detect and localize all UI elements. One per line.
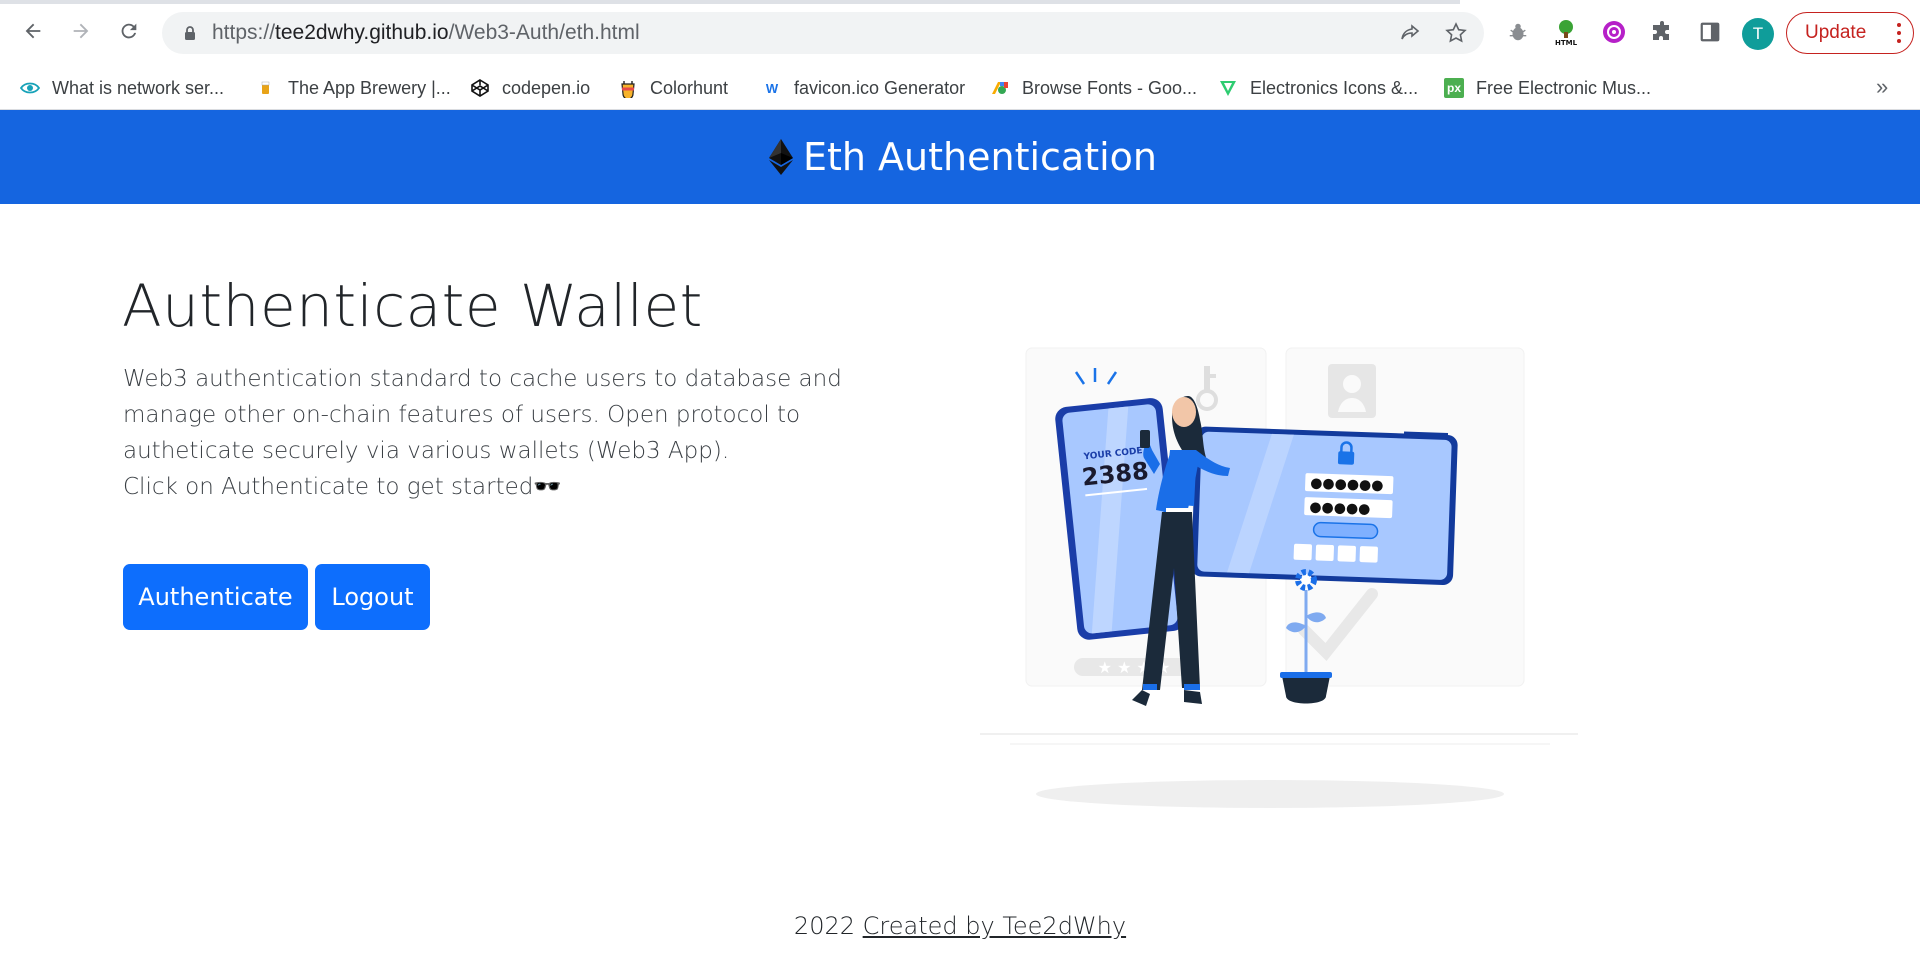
hero-line: Click on Authenticate to get started🕶️ [123,474,562,500]
bookmark-item[interactable]: px Free Electronic Mus... [1444,76,1651,100]
star-bookmark-icon[interactable] [1444,21,1468,45]
html-tree-extension-icon[interactable]: HTML [1552,18,1580,46]
bookmark-item[interactable]: W favicon.ico Generator [762,76,965,100]
eye-favicon-icon [20,78,40,98]
side-panel-icon[interactable] [1696,18,1724,46]
svg-text:●●●●●●: ●●●●●● [1310,475,1384,494]
hero-description: Web3 authentication standard to cache us… [123,361,903,505]
bookmark-item[interactable]: Browse Fonts - Goo... [990,76,1197,100]
reload-button[interactable] [114,16,144,46]
hero-line: autheticate securely via various wallets… [123,438,730,464]
kebab-menu-icon[interactable] [1897,22,1901,44]
footer-year: 2022 [793,912,855,940]
bookmark-item[interactable]: Electronics Icons &... [1218,76,1418,100]
bookmark-item[interactable]: The App Brewery |... [256,76,451,100]
logout-button[interactable]: Logout [315,564,430,630]
electronics-icons-favicon-icon [1218,78,1238,98]
forward-button[interactable] [66,16,96,46]
bug-extension-icon[interactable] [1504,18,1532,46]
update-label: Update [1805,22,1867,43]
bookmark-item[interactable]: codepen.io [470,76,590,100]
codepen-favicon-icon [470,78,490,98]
page-footer: 2022 Created by Tee2dWhy [0,912,1920,940]
page-title: Authenticate Wallet [122,272,703,340]
px-favicon-icon: px [1444,78,1464,98]
authenticate-button[interactable]: Authenticate [123,564,308,630]
lock-icon [185,26,195,40]
browser-toolbar: https://tee2dwhy.github.io/Web3-Auth/eth… [0,0,1920,66]
ethereum-logo-icon [768,139,793,175]
bookmarks-bar: What is network ser... The App Brewery |… [0,66,1920,110]
share-icon[interactable] [1398,21,1422,45]
brand-title: Eth Authentication [802,135,1158,179]
svg-text:HTML: HTML [1555,39,1578,46]
bookmark-item[interactable]: What is network ser... [20,76,224,100]
bookmark-item[interactable]: Colorhunt [618,76,728,100]
reload-icon [121,23,137,39]
site-navbar: Eth Authentication [0,110,1920,204]
purple-extension-icon[interactable] [1600,18,1628,46]
favicon-generator-icon: W [765,80,779,96]
arrow-left-icon [25,23,41,39]
hero-line: manage other on-chain features of users.… [123,402,801,428]
back-button[interactable] [18,16,48,46]
profile-avatar[interactable]: T [1742,18,1774,50]
google-fonts-favicon-icon [990,78,1010,98]
navbar-brand[interactable]: Eth Authentication [763,135,1157,179]
url-text[interactable]: https://tee2dwhy.github.io/Web3-Auth/eth… [212,21,640,45]
tab-strip-edge [0,0,1460,4]
arrow-right-icon [73,23,89,39]
author-link[interactable]: Created by Tee2dWhy [863,912,1126,940]
beer-favicon-icon [256,78,276,98]
hero-line: Web3 authentication standard to cache us… [123,366,842,392]
more-bookmarks-chevron-icon[interactable]: » [1876,74,1888,100]
authentication-illustration: ★ ★ ★ ★ YOUR CODE 2388 ●●●●●● ●●●●● [980,347,1578,808]
svg-text:●●●●●: ●●●●● [1309,499,1371,517]
puzzle-extensions-icon[interactable] [1648,18,1676,46]
colorhunt-favicon-icon [618,78,638,98]
update-button[interactable]: Update [1786,12,1914,54]
address-bar[interactable]: https://tee2dwhy.github.io/Web3-Auth/eth… [162,12,1484,54]
